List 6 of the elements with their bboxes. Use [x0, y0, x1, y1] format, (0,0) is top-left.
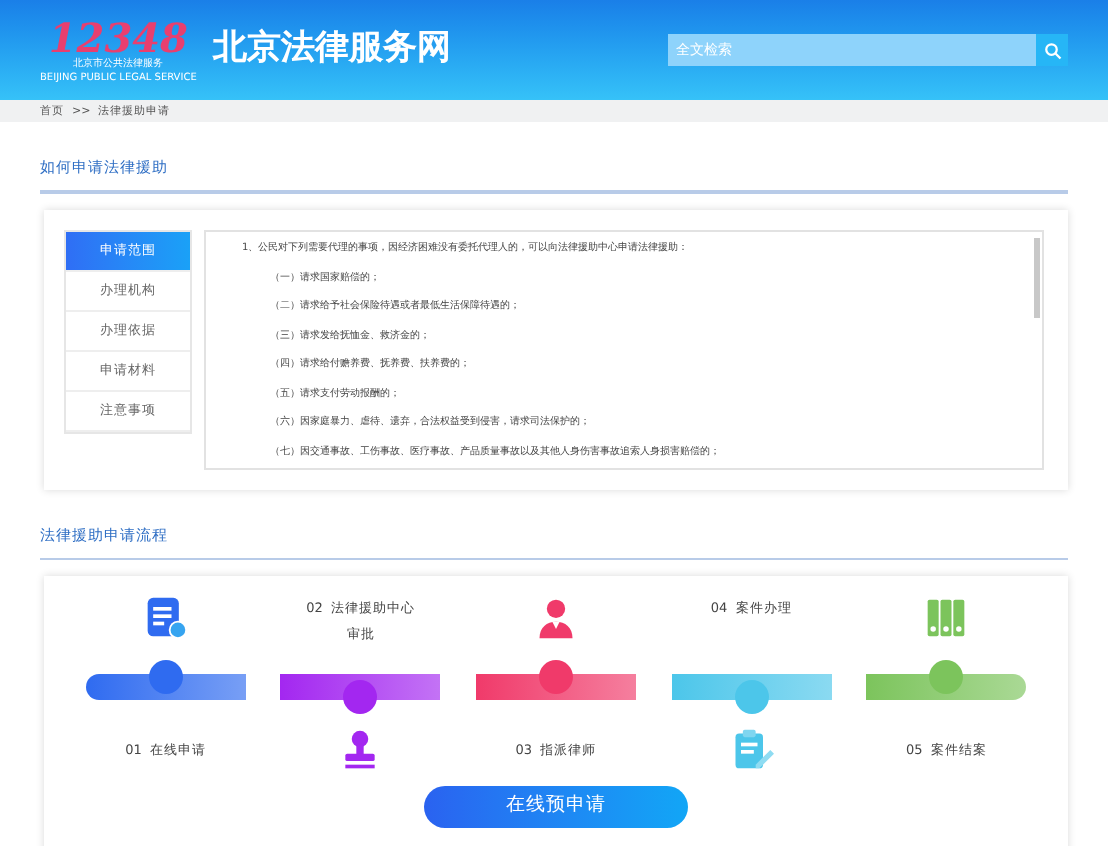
binders-icon	[924, 596, 969, 640]
site-title: 北京法律服务网	[212, 26, 451, 73]
apply-online-button[interactable]: 在线预申请	[424, 786, 688, 828]
search-icon	[1043, 41, 1061, 59]
document-edit-icon	[143, 596, 188, 640]
search-button[interactable]	[1036, 34, 1068, 66]
